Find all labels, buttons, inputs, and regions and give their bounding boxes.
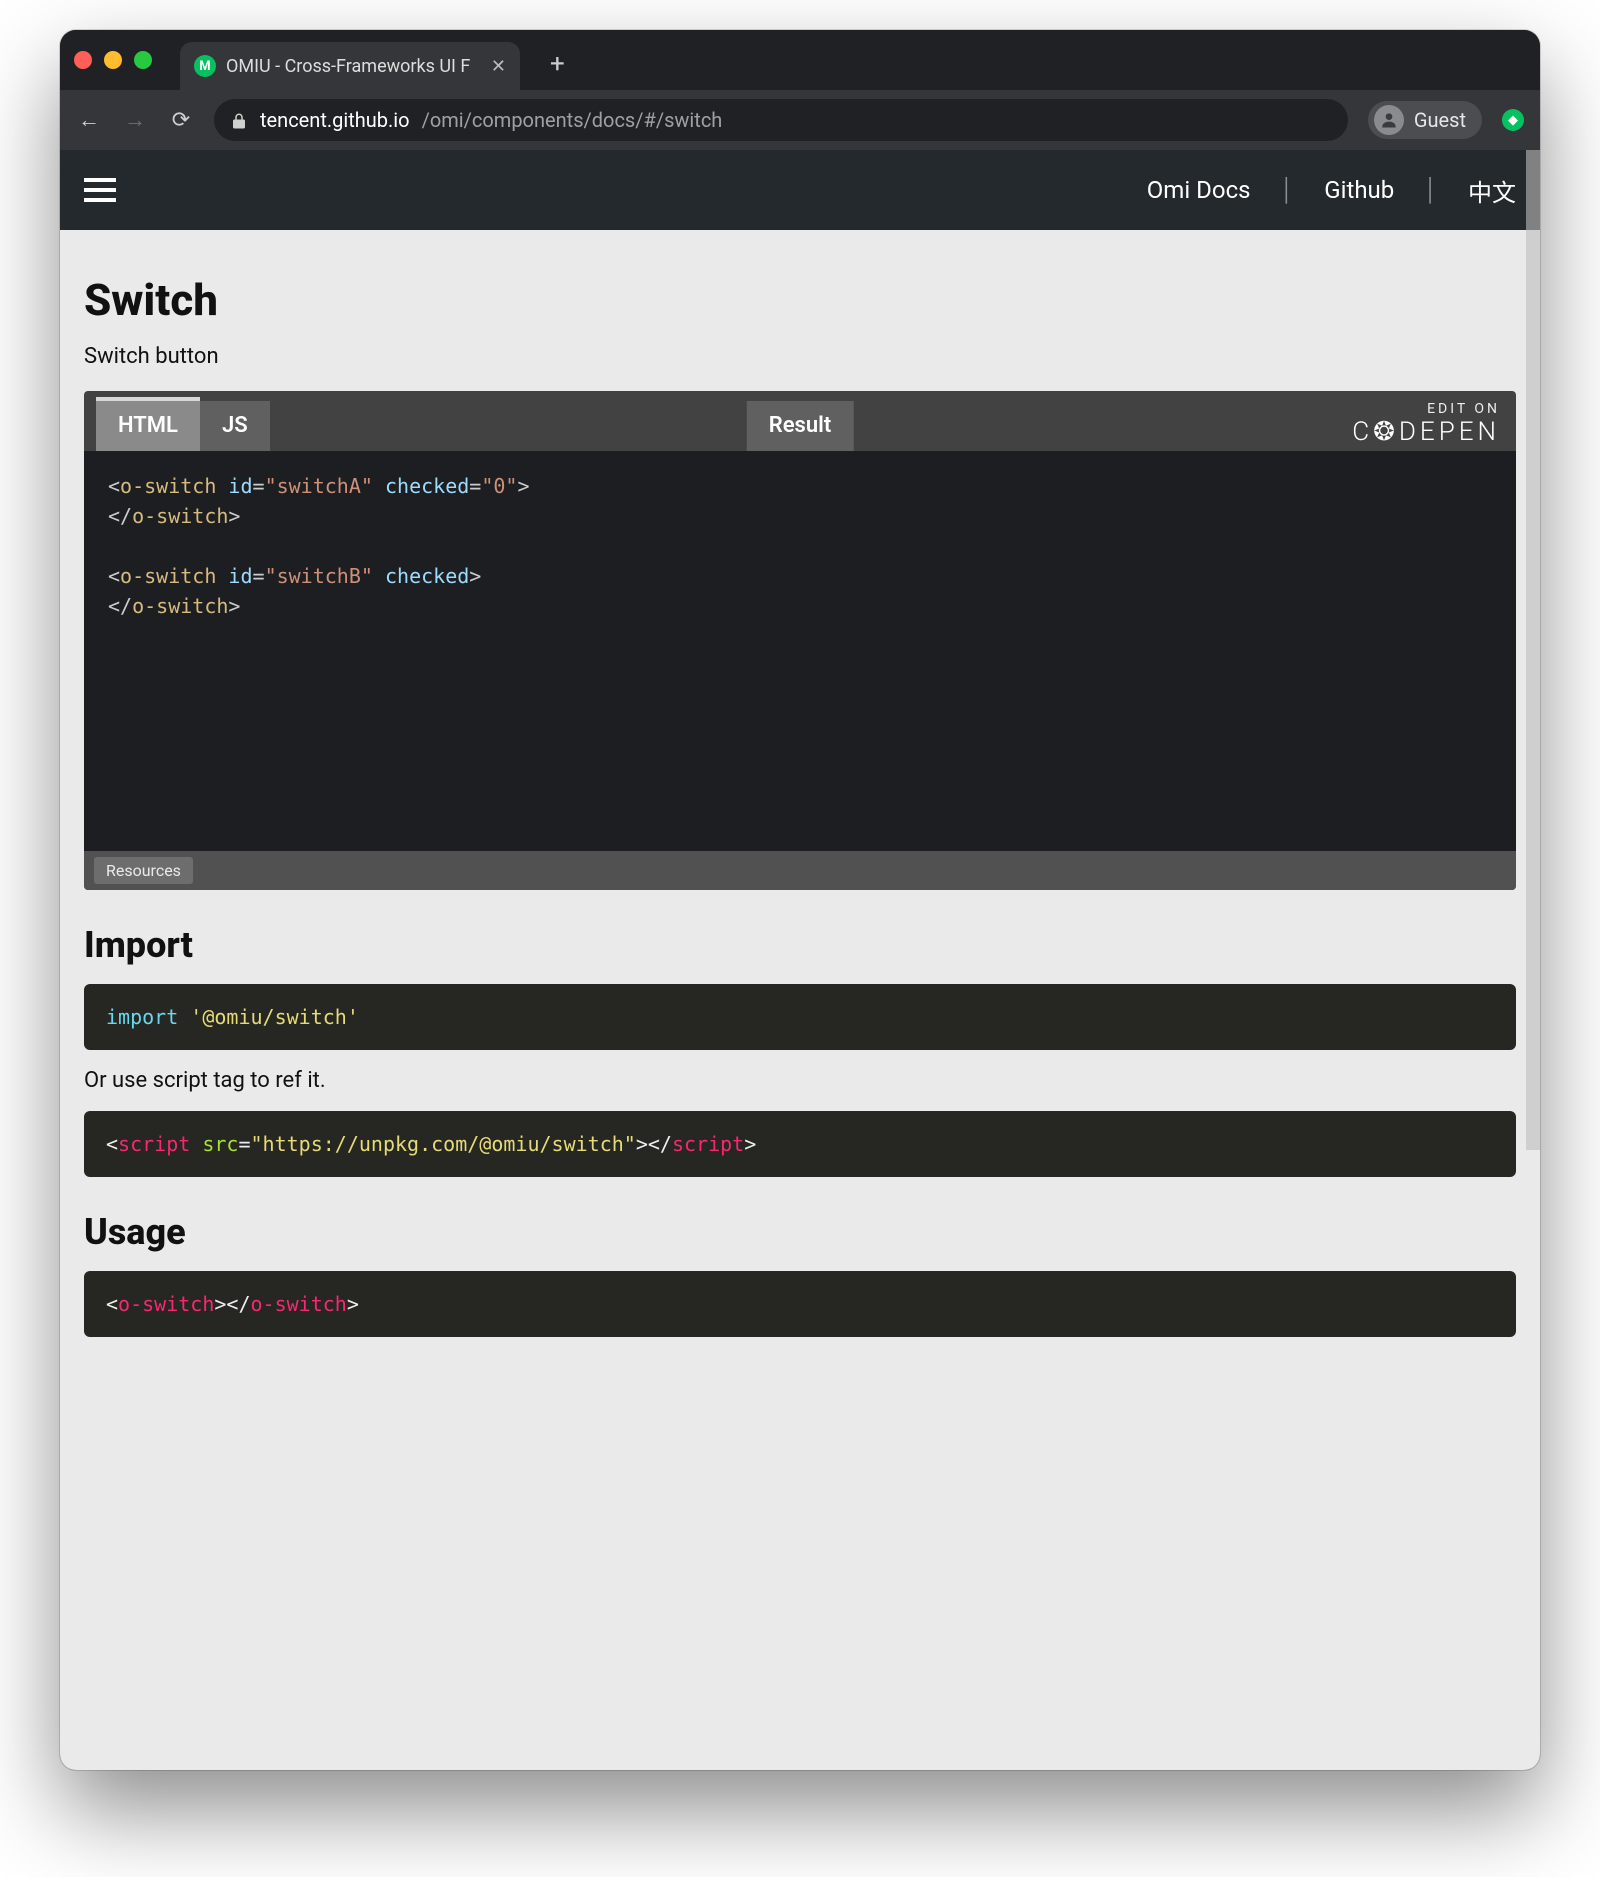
codepen-tab-js[interactable]: JS	[200, 401, 270, 451]
address-bar: ← → ⟳ tencent.github.io/omi/components/d…	[60, 90, 1540, 150]
codepen-footer: Resources	[84, 851, 1516, 890]
codepen-logo: C❂DEPEN	[1352, 417, 1500, 447]
url-field[interactable]: tencent.github.io/omi/components/docs/#/…	[214, 99, 1348, 141]
edit-on-label: EDIT ON	[1352, 401, 1500, 417]
codepen-embed: HTML JS Result EDIT ON C❂DEPEN <o-switch…	[84, 391, 1516, 890]
back-button[interactable]: ←	[76, 107, 102, 133]
window-controls	[74, 51, 152, 69]
avatar-icon	[1374, 105, 1404, 135]
scrollbar[interactable]	[1526, 150, 1540, 1150]
import-heading: Import	[84, 924, 1516, 966]
profile-button[interactable]: Guest	[1368, 101, 1482, 139]
new-tab-button[interactable]: +	[550, 49, 565, 79]
browser-tab[interactable]: M OMIU - Cross-Frameworks UI F ✕	[180, 42, 520, 90]
topbar-link-omidocs[interactable]: Omi Docs	[1147, 176, 1251, 204]
profile-label: Guest	[1414, 108, 1466, 132]
close-window-icon[interactable]	[74, 51, 92, 69]
page-title: Switch	[84, 274, 1516, 326]
import-code-block: import '@omiu/switch'	[84, 984, 1516, 1050]
script-code-block: <script src="https://unpkg.com/@omiu/swi…	[84, 1111, 1516, 1177]
import-note: Or use script tag to ref it.	[84, 1068, 1516, 1093]
divider: │	[1424, 177, 1438, 203]
tab-favicon-icon: M	[194, 55, 216, 77]
page-subtitle: Switch button	[84, 344, 1516, 369]
app-topbar: Omi Docs │ Github │ 中文	[60, 150, 1540, 230]
topbar-link-lang[interactable]: 中文	[1468, 173, 1516, 208]
tab-strip: M OMIU - Cross-Frameworks UI F ✕ +	[60, 30, 1540, 90]
reload-button[interactable]: ⟳	[168, 107, 194, 133]
codepen-code: <o-switch id="switchA" checked="0"> </o-…	[84, 451, 1516, 851]
codepen-tabs: HTML JS Result EDIT ON C❂DEPEN	[84, 391, 1516, 451]
browser-window: M OMIU - Cross-Frameworks UI F ✕ + ← → ⟳…	[60, 30, 1540, 1770]
resources-button[interactable]: Resources	[94, 857, 193, 884]
codepen-edit-link[interactable]: EDIT ON C❂DEPEN	[1352, 395, 1516, 447]
maximize-window-icon[interactable]	[134, 51, 152, 69]
forward-button[interactable]: →	[122, 107, 148, 133]
extension-icon[interactable]: ◆	[1502, 109, 1524, 131]
codepen-tab-html[interactable]: HTML	[96, 401, 200, 451]
usage-code-block: <o-switch></o-switch>	[84, 1271, 1516, 1337]
codepen-tab-result[interactable]: Result	[747, 401, 854, 451]
minimize-window-icon[interactable]	[104, 51, 122, 69]
url-host: tencent.github.io	[260, 108, 410, 132]
menu-icon[interactable]	[84, 178, 116, 202]
tab-title: OMIU - Cross-Frameworks UI F	[226, 56, 481, 77]
usage-heading: Usage	[84, 1211, 1516, 1253]
content: Switch Switch button HTML JS Result EDIT	[60, 230, 1540, 1397]
page-viewport: Omi Docs │ Github │ 中文 Switch Switch but…	[60, 150, 1540, 1770]
url-path: /omi/components/docs/#/switch	[422, 108, 723, 132]
divider: │	[1281, 177, 1295, 203]
lock-icon	[230, 111, 248, 129]
close-tab-icon[interactable]: ✕	[491, 56, 506, 77]
topbar-link-github[interactable]: Github	[1324, 176, 1394, 204]
